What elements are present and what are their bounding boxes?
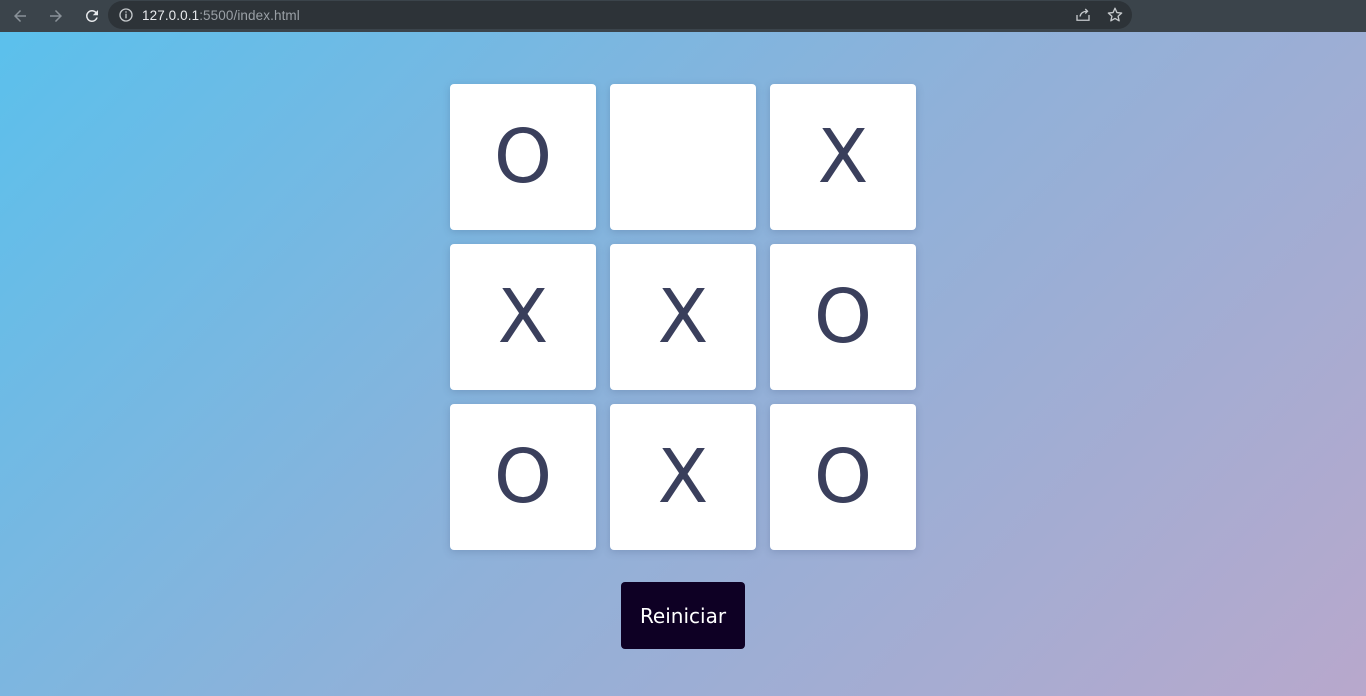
board-cell[interactable]: X — [610, 244, 756, 390]
address-bar[interactable]: 127.0.0.1:5500/index.html — [108, 1, 1132, 29]
reload-icon[interactable] — [76, 2, 108, 30]
board-cell[interactable]: O — [450, 404, 596, 550]
url-text[interactable]: 127.0.0.1:5500/index.html — [142, 8, 300, 23]
star-icon[interactable] — [1106, 6, 1124, 24]
browser-toolbar: 127.0.0.1:5500/index.html — [0, 0, 1366, 32]
board-cell[interactable]: X — [450, 244, 596, 390]
board-cell[interactable]: X — [610, 404, 756, 550]
board-cell[interactable] — [610, 84, 756, 230]
back-arrow-icon[interactable] — [4, 2, 36, 30]
board-cell[interactable]: O — [770, 404, 916, 550]
url-host: 127.0.0.1 — [142, 7, 200, 23]
forward-arrow-icon[interactable] — [40, 2, 72, 30]
share-icon[interactable] — [1074, 6, 1092, 24]
page-viewport: O X X X O O X O Reiniciar — [0, 32, 1366, 696]
info-icon[interactable] — [118, 7, 134, 23]
board-cell[interactable]: O — [450, 84, 596, 230]
board-cell[interactable]: X — [770, 84, 916, 230]
url-path: :5500/index.html — [199, 7, 300, 23]
restart-button[interactable]: Reiniciar — [621, 582, 745, 649]
game-board: O X X X O O X O — [450, 84, 916, 550]
board-cell[interactable]: O — [770, 244, 916, 390]
